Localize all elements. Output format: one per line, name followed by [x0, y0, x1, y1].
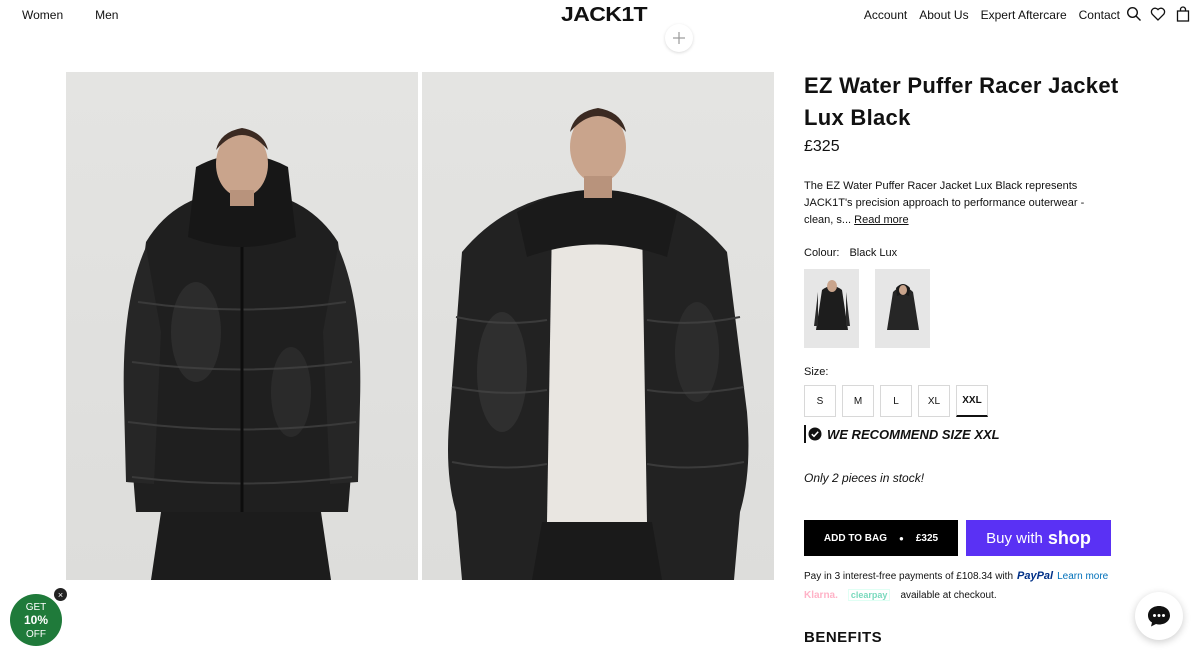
product-image-open[interactable]: [422, 72, 774, 580]
separator-dot: ●: [899, 533, 904, 543]
size-xxl[interactable]: XXL: [956, 385, 988, 417]
size-selector: S M L XL XXL: [804, 385, 1124, 417]
benefits-heading[interactable]: BENEFITS: [804, 629, 882, 646]
buy-with-label: Buy with: [986, 529, 1043, 547]
nav-left: Women Men: [22, 8, 118, 22]
size-recommendation: WE RECOMMEND SIZE XXL: [804, 425, 1124, 443]
logo[interactable]: JACK1T: [561, 4, 648, 27]
product-price: £325: [804, 138, 840, 155]
colour-swatches: [804, 269, 1124, 348]
close-promo-button[interactable]: ×: [54, 588, 67, 601]
nav-women[interactable]: Women: [22, 8, 63, 22]
add-to-bag-label: ADD TO BAG: [823, 532, 888, 544]
chat-button[interactable]: [1135, 592, 1183, 640]
discount-badge[interactable]: GET 10% OFF: [10, 594, 62, 646]
stock-notice: Only 2 pieces in stock!: [804, 471, 925, 485]
nav-about-us[interactable]: About Us: [919, 8, 968, 22]
colour-label: Colour:: [804, 247, 840, 259]
colour-value: Black Lux: [849, 247, 898, 259]
size-s[interactable]: S: [804, 385, 836, 417]
clearpay-logo: clearpay: [847, 589, 891, 601]
klarna-logo: Klarna.: [804, 589, 838, 601]
size-m[interactable]: M: [842, 385, 874, 417]
nav-men[interactable]: Men: [95, 8, 118, 22]
recommendation-text: WE RECOMMEND SIZE XXL: [827, 426, 1000, 442]
product-description: The EZ Water Puffer Racer Jacket Lux Bla…: [804, 178, 1106, 229]
jacket-thumbnail: [886, 283, 919, 330]
available-text: available at checkout.: [900, 589, 997, 601]
size-label: Size:: [804, 366, 829, 378]
product-title: EZ Water Puffer Racer Jacket Lux Black: [804, 73, 1119, 130]
swatch-black-lux[interactable]: [804, 269, 859, 348]
learn-more-link[interactable]: Learn more: [1057, 571, 1108, 582]
shop-pay-button[interactable]: Buy with shop: [966, 520, 1111, 556]
size-l[interactable]: L: [880, 385, 912, 417]
search-icon[interactable]: [1126, 6, 1142, 22]
product-gallery: [66, 72, 774, 580]
nav-account[interactable]: Account: [864, 8, 907, 22]
jacket-thumbnail: [813, 279, 850, 330]
promo-line3: OFF: [26, 629, 46, 640]
nav-right: Account About Us Expert Aftercare Contac…: [864, 8, 1120, 22]
product-image-front[interactable]: [66, 72, 418, 580]
bnpl-row: Klarna. clearpay available at checkout.: [804, 589, 1124, 601]
plus-icon: [673, 32, 685, 44]
add-to-bag-button[interactable]: ADD TO BAG ● £325: [804, 520, 958, 556]
shop-logo: shop: [1047, 527, 1091, 548]
heart-icon[interactable]: [1150, 6, 1166, 22]
swatch-black[interactable]: [875, 269, 930, 348]
bag-icon[interactable]: [1175, 6, 1191, 22]
paypal-text: Pay in 3 interest-free payments of £108.…: [804, 570, 1014, 582]
read-more-link[interactable]: Read more: [854, 214, 908, 226]
chat-icon: [1148, 606, 1170, 627]
nav-contact[interactable]: Contact: [1079, 8, 1120, 22]
paypal-logo: PayPal: [1017, 570, 1054, 582]
nav-expert-aftercare[interactable]: Expert Aftercare: [981, 8, 1067, 22]
size-xl[interactable]: XL: [918, 385, 950, 417]
add-to-bag-price: £325: [915, 532, 939, 544]
description-text: The EZ Water Puffer Racer Jacket Lux Bla…: [804, 180, 1085, 226]
zoom-button[interactable]: [665, 24, 693, 52]
promo-line2: 10%: [23, 613, 49, 627]
check-circle-icon: [808, 427, 822, 441]
paypal-message: Pay in 3 interest-free payments of £108.…: [804, 570, 1124, 582]
product-info: EZ Water Puffer Racer Jacket Lux Black £…: [804, 70, 1124, 601]
purchase-buttons: ADD TO BAG ● £325 Buy with shop: [804, 520, 1124, 556]
colour-row: Colour: Black Lux: [804, 247, 1124, 259]
site-header: Women Men JACK1T Account About Us Expert…: [0, 0, 1200, 30]
